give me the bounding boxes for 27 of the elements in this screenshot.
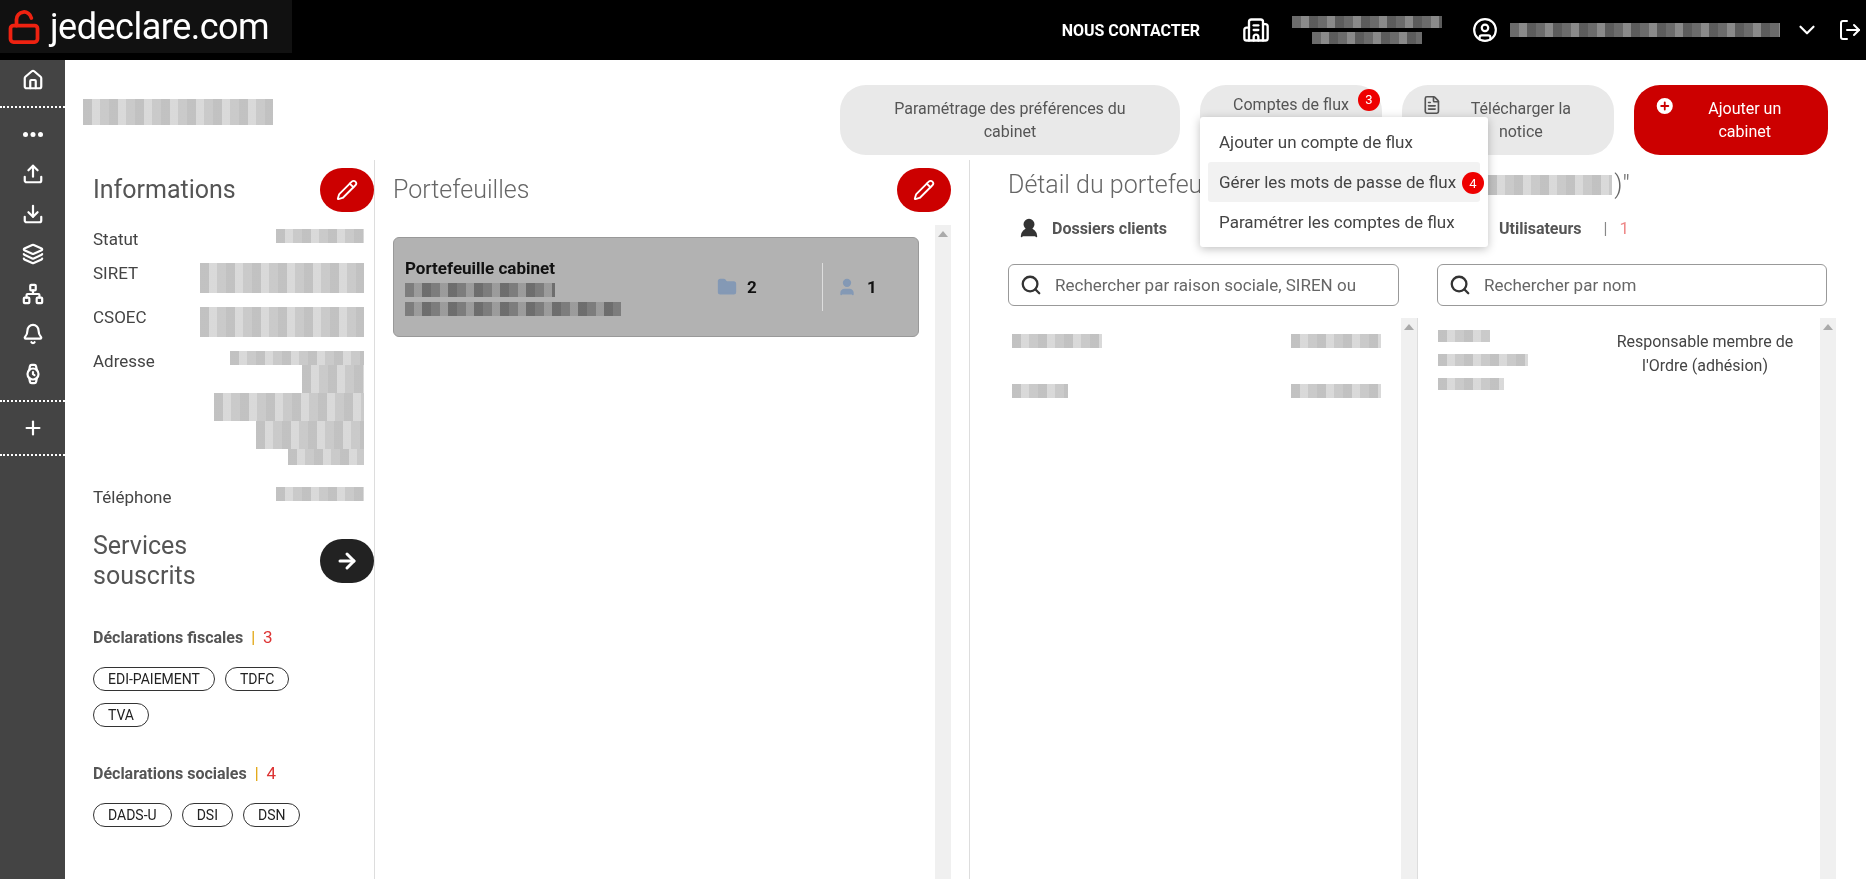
group-count: 3 [263,627,273,647]
user-count: 1 [1619,218,1629,238]
separator: | [251,627,256,647]
field-label: Adresse [93,351,155,371]
subsection-title: Utilisateurs [1499,218,1582,238]
section-title: Informations [93,175,236,205]
field-label: CSOEC [93,307,147,327]
subsection-title: Dossiers clients [1052,218,1167,238]
section-title: Services souscrits [93,531,197,591]
field-label: Statut [93,229,139,249]
separator: | [1603,218,1608,238]
user-count: 1 [867,277,877,297]
count-badge: 3 [1358,89,1380,111]
group-title: Déclarations sociales [93,763,247,783]
logo-text: jedeclare.com [50,5,270,48]
group-count: 4 [266,763,277,783]
section-title: Portefeuilles [393,175,530,205]
section-title: Détail du portefeu [1008,170,1203,200]
user-role: Responsable membre de l'Ordre (adhésion) [1615,331,1795,377]
title-end: )" [1614,170,1630,200]
separator: | [254,763,259,783]
count-badge: 4 [1462,172,1484,194]
portfolio-name: Portefeuille cabinet [405,258,556,278]
field-label: SIRET [93,263,139,283]
group-title: Déclarations fiscales [93,627,244,647]
folder-count: 2 [747,277,757,297]
field-label: Téléphone [93,487,172,507]
